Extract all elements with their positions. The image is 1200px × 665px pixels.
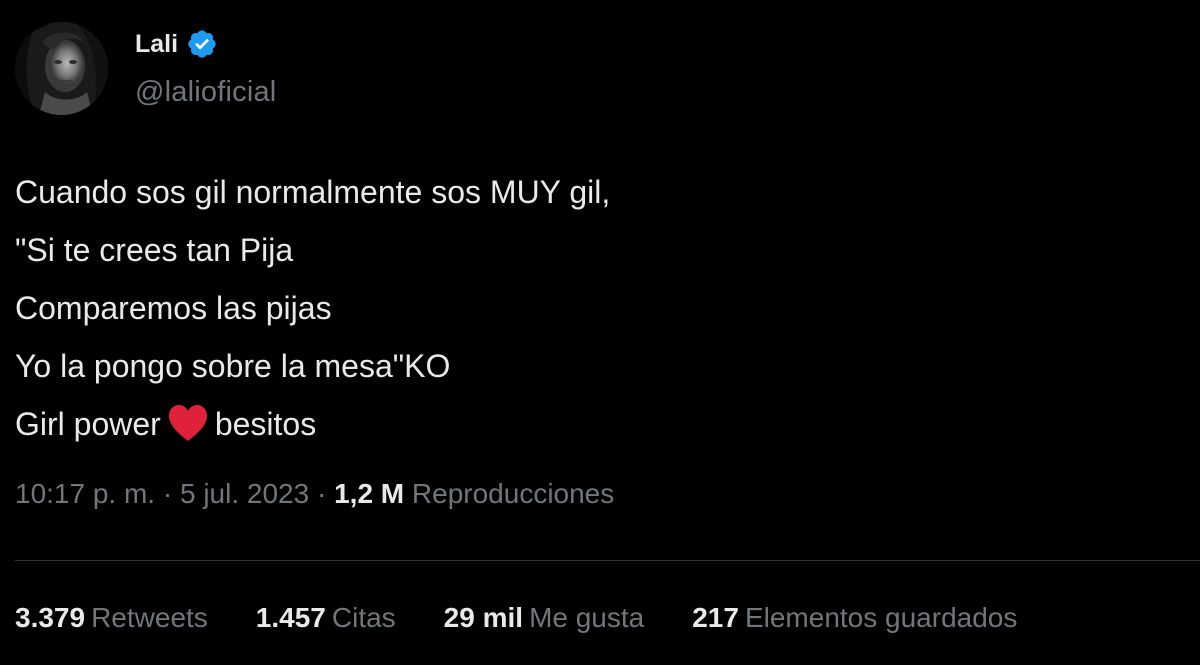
retweets-count: 3.379 bbox=[15, 602, 86, 633]
meta-separator: · bbox=[162, 478, 173, 509]
bookmarks-label: Elementos guardados bbox=[744, 602, 1018, 633]
tweet-text-before-emoji: Girl power bbox=[15, 406, 161, 442]
author-display-name[interactable]: Lali bbox=[135, 30, 178, 59]
author-name-row: Lali bbox=[135, 24, 276, 64]
tweet-text: Cuando sos gil normalmente sos MUY gil, … bbox=[15, 163, 610, 453]
tweet-text-line-last: Girl power besitos bbox=[15, 395, 610, 453]
views-label: Reproducciones bbox=[411, 478, 615, 509]
tweet-text-line: Yo la pongo sobre la mesa"KO bbox=[15, 348, 451, 384]
tweet-text-line: "Si te crees tan Pija bbox=[15, 232, 294, 268]
quotes-label: Citas bbox=[331, 602, 396, 633]
red-heart-icon bbox=[167, 402, 209, 441]
author-block: Lali @lalioficial bbox=[135, 24, 276, 109]
author-handle[interactable]: @lalioficial bbox=[135, 76, 276, 109]
bookmarks-stat[interactable]: 217 Elementos guardados bbox=[692, 602, 1017, 634]
likes-label: Me gusta bbox=[529, 602, 645, 633]
verified-badge-icon[interactable] bbox=[186, 28, 218, 60]
divider bbox=[15, 560, 1200, 561]
tweet-date[interactable]: 5 jul. 2023 bbox=[180, 478, 309, 509]
views-count: 1,2 M bbox=[334, 478, 405, 509]
engagement-stats: 3.379 Retweets 1.457 Citas 29 mil Me gusta … bbox=[15, 602, 1017, 634]
likes-stat[interactable]: 29 mil Me gusta bbox=[444, 602, 645, 634]
tweet-text-line: Comparemos las pijas bbox=[15, 290, 332, 326]
bookmarks-count: 217 bbox=[692, 602, 739, 633]
retweets-stat[interactable]: 3.379 Retweets bbox=[15, 602, 208, 634]
tweet-card: Lali @lalioficial Cuando sos gil normalm… bbox=[0, 0, 1200, 665]
retweets-label: Retweets bbox=[91, 602, 208, 633]
avatar[interactable] bbox=[15, 22, 108, 115]
quotes-stat[interactable]: 1.457 Citas bbox=[256, 602, 396, 634]
tweet-metadata: 10:17 p. m. · 5 jul. 2023 · 1,2 M Reprod… bbox=[15, 478, 614, 510]
meta-separator: · bbox=[316, 478, 327, 509]
tweet-text-after-emoji: besitos bbox=[214, 406, 317, 442]
likes-count: 29 mil bbox=[443, 602, 524, 633]
quotes-count: 1.457 bbox=[255, 602, 326, 633]
avatar-portrait-image bbox=[15, 22, 108, 115]
tweet-time[interactable]: 10:17 p. m. bbox=[15, 478, 155, 509]
tweet-text-line: Cuando sos gil normalmente sos MUY gil, bbox=[15, 174, 611, 210]
